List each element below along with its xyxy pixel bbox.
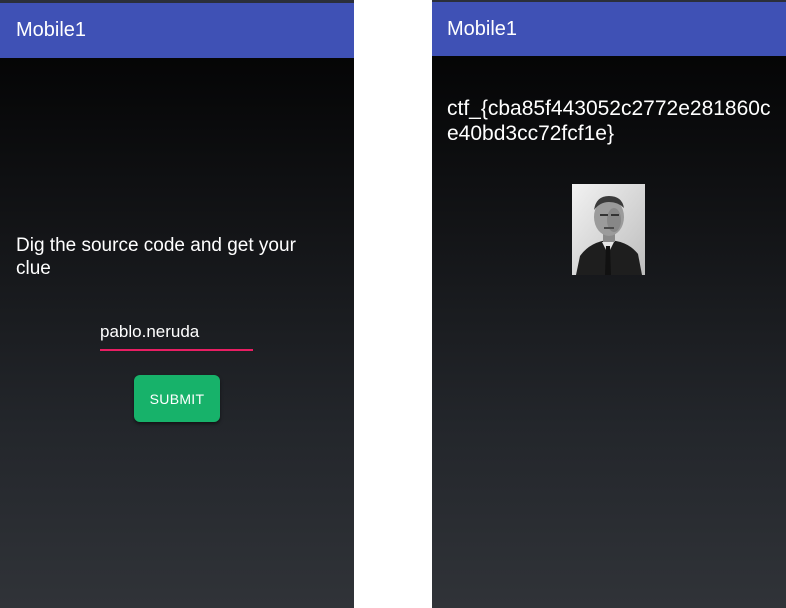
login-screen: Mobile1 Dig the source code and get your… (0, 0, 354, 608)
app-title: Mobile1 (16, 19, 87, 41)
submit-button[interactable]: SUBMIT (134, 375, 220, 422)
prompt-text: Dig the source code and get your clue (16, 235, 296, 279)
flag-text: ctf_{cba85f443052c2772e281860ce40bd3cc72… (447, 97, 771, 145)
username-input[interactable]: pablo.neruda (100, 322, 253, 351)
app-title: Mobile1 (447, 17, 518, 40)
app-bar: Mobile1 (0, 3, 354, 58)
result-screen: Mobile1 ctf_{cba85f443052c2772e281860ce4… (432, 0, 786, 608)
portrait-photo (572, 184, 645, 275)
app-bar: Mobile1 (432, 2, 786, 56)
